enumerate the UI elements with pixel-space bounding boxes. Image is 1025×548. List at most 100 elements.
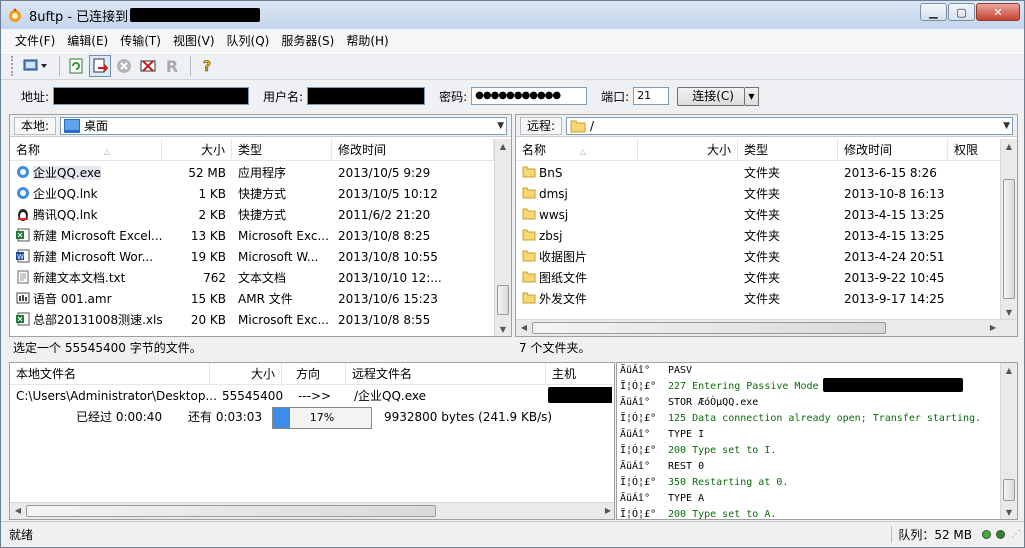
folder-type: 文件夹	[744, 229, 781, 243]
local-col-size[interactable]: 大小	[162, 139, 232, 161]
folder-type: 文件夹	[744, 208, 781, 222]
local-file-row[interactable]: 新建文本文档.txt 762 文本文档 2013/10/10 12:...	[10, 268, 492, 289]
cancel-icon	[117, 59, 131, 73]
scroll-thumb[interactable]	[1003, 479, 1015, 501]
scroll-down-icon[interactable]: ▼	[1001, 505, 1017, 519]
quick-connect-button[interactable]	[89, 55, 111, 77]
address-input[interactable]	[53, 87, 250, 105]
local-col-name[interactable]: 名称 △	[10, 139, 162, 161]
stop-button[interactable]	[137, 55, 159, 77]
chevron-down-icon: ▼	[1003, 120, 1010, 131]
reconnect-icon: R	[165, 56, 179, 76]
local-file-row[interactable]: 企业QQ.lnk 1 KB 快捷方式 2013/10/5 10:12	[10, 184, 492, 205]
queue-horizontal-scrollbar[interactable]: ◀ ▶	[10, 502, 614, 519]
site-manager-button[interactable]	[20, 55, 52, 77]
log-prefix: ÃüÁî°	[620, 429, 651, 440]
queue-col-size[interactable]: 大小	[210, 363, 282, 385]
scroll-down-icon[interactable]: ▼	[495, 322, 511, 336]
remote-folder-row[interactable]: 收据图片 文件夹 2013-4-24 20:51	[516, 247, 948, 268]
remote-folder-row[interactable]: zbsj 文件夹 2013-4-15 13:25	[516, 226, 948, 247]
folder-icon	[522, 165, 536, 179]
log-vertical-scrollbar[interactable]: ▲ ▼	[1000, 363, 1017, 519]
refresh-button[interactable]	[65, 55, 87, 77]
log-text: REST 0	[668, 461, 705, 472]
remote-folder-row[interactable]: 外发文件 文件夹 2013-9-17 14:25	[516, 289, 948, 310]
ready-status: 就绪	[9, 528, 34, 542]
minimize-button[interactable]: ▁	[920, 3, 947, 21]
local-file-row[interactable]: 语音 001.amr 15 KB AMR 文件 2013/10/6 15:23	[10, 289, 492, 310]
scroll-right-icon[interactable]: ▶	[985, 320, 1001, 336]
reconnect-button[interactable]: R	[161, 55, 183, 77]
menu-server[interactable]: 服务器(S)	[275, 32, 340, 49]
scroll-up-icon[interactable]: ▲	[1001, 363, 1017, 379]
remote-vertical-scrollbar[interactable]: ▲ ▼	[1000, 139, 1017, 321]
remote-folder-row[interactable]: BnS 文件夹 2013-6-15 8:26	[516, 163, 948, 184]
toolbar-grip[interactable]	[11, 56, 14, 76]
title-bar[interactable]: 8uftp - 已连接到 ▁ ▢ ✕	[1, 1, 1024, 29]
scroll-thumb[interactable]	[26, 505, 436, 517]
connect-button[interactable]: 连接(C)	[677, 86, 745, 106]
menu-view[interactable]: 视图(V)	[167, 32, 221, 49]
scroll-thumb[interactable]	[532, 322, 886, 334]
log-prefix: Ï¦Ó¦£°	[620, 509, 657, 520]
remote-folder-row[interactable]: wwsj 文件夹 2013-4-15 13:25	[516, 205, 948, 226]
connection-bar: 地址: 用户名: 密码: ●●●●●●●●●●● 端口: 21 连接(C) ▼	[1, 82, 1024, 110]
maximize-icon: ▢	[956, 5, 967, 19]
local-file-row[interactable]: 新建 Microsoft Excel... 13 KB Microsoft Exc.…	[10, 226, 492, 247]
help-button[interactable]: ?	[196, 55, 218, 77]
password-input[interactable]: ●●●●●●●●●●●	[471, 87, 588, 105]
close-button[interactable]: ✕	[976, 3, 1020, 21]
remote-horizontal-scrollbar[interactable]: ◀ ▶	[516, 319, 1017, 336]
local-vertical-scrollbar[interactable]: ▲ ▼	[494, 139, 511, 336]
folder-name: zbsj	[516, 226, 638, 247]
scroll-thumb[interactable]	[1003, 179, 1015, 299]
local-file-row[interactable]: 总部20131008测速.xls 20 KB Microsoft Exc... 201…	[10, 310, 492, 331]
port-input[interactable]: 21	[633, 87, 670, 105]
local-col-modified[interactable]: 修改时间	[332, 139, 494, 161]
scroll-left-icon[interactable]: ◀	[516, 320, 532, 336]
file-type: Microsoft Exc...	[238, 313, 329, 327]
menu-edit[interactable]: 编辑(E)	[61, 32, 114, 49]
connect-dropdown-button[interactable]: ▼	[744, 86, 759, 106]
remote-status: 7 个文件夹。	[515, 338, 1018, 358]
resize-grip-icon[interactable]: ⋰	[1011, 529, 1021, 540]
username-input[interactable]	[307, 87, 426, 105]
menu-help[interactable]: 帮助(H)	[340, 32, 394, 49]
scroll-left-icon[interactable]: ◀	[10, 503, 26, 519]
disconnect-button[interactable]	[113, 55, 135, 77]
remote-col-permissions[interactable]: 权限	[948, 139, 1008, 161]
local-file-row[interactable]: 企业QQ.exe 52 MB 应用程序 2013/10/5 9:29	[10, 163, 492, 184]
excel-icon	[16, 228, 30, 242]
remote-col-type[interactable]: 类型	[738, 139, 838, 161]
local-file-row[interactable]: W 新建 Microsoft Wor... 19 KB Microsoft W... 2…	[10, 247, 492, 268]
toolbar: R ?	[1, 52, 1024, 80]
maximize-button[interactable]: ▢	[948, 3, 975, 21]
redacted-ip	[823, 378, 963, 392]
queue-col-remote[interactable]: 远程文件名	[346, 363, 546, 385]
log-line: Ï¦Ó¦£° 200 Type set to A.	[620, 507, 981, 520]
menu-file[interactable]: 文件(F)	[9, 32, 61, 49]
scroll-thumb[interactable]	[497, 285, 509, 315]
file-name-text: 总部20131008测速.xls	[33, 313, 162, 327]
folder-name: BnS	[516, 163, 638, 184]
queue-col-local[interactable]: 本地文件名	[10, 363, 210, 385]
remote-col-name[interactable]: 名称 △	[516, 139, 638, 161]
scroll-up-icon[interactable]: ▲	[495, 139, 511, 155]
file-name-text: 新建 Microsoft Wor...	[33, 250, 154, 264]
menu-transfer[interactable]: 传输(T)	[114, 32, 167, 49]
remote-col-modified[interactable]: 修改时间	[838, 139, 948, 161]
remote-folder-row[interactable]: 图纸文件 文件夹 2013-9-22 10:45	[516, 268, 948, 289]
queue-col-direction[interactable]: 方向	[282, 363, 346, 385]
remote-folder-row[interactable]: dmsj 文件夹 2013-10-8 16:13	[516, 184, 948, 205]
file-modified: 2013/10/8 8:25	[338, 229, 431, 243]
remote-path-select[interactable]: / ▼	[566, 116, 1013, 135]
scroll-up-icon[interactable]: ▲	[1001, 139, 1017, 155]
queue-item[interactable]: C:\Users\Administrator\Desktop... 555454…	[10, 386, 612, 407]
local-path-select[interactable]: 桌面 ▼	[60, 116, 507, 135]
menu-queue[interactable]: 队列(Q)	[221, 32, 276, 49]
local-file-row[interactable]: 腾讯QQ.lnk 2 KB 快捷方式 2011/6/2 21:20	[10, 205, 492, 226]
remote-col-size[interactable]: 大小	[638, 139, 738, 161]
local-col-type[interactable]: 类型	[232, 139, 332, 161]
queue-col-host[interactable]: 主机	[546, 363, 614, 385]
scroll-right-icon[interactable]: ▶	[600, 503, 614, 519]
